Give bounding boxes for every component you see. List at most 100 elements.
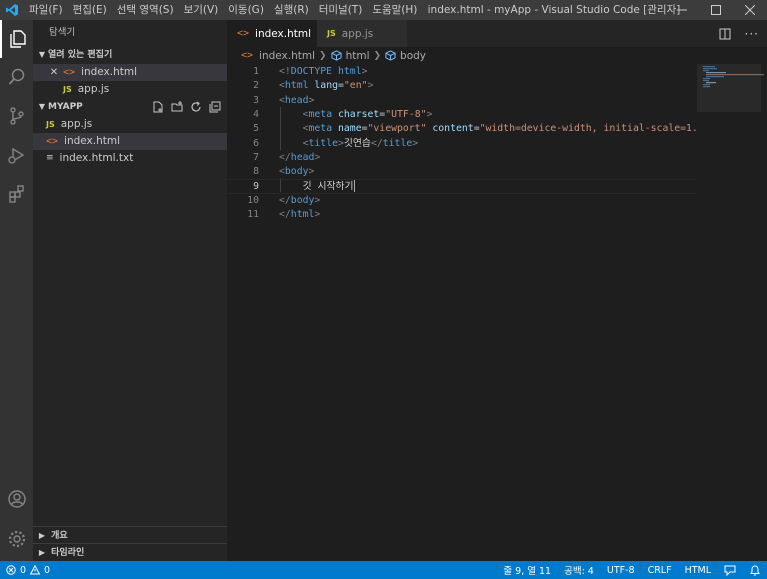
code-line[interactable]: 4 <meta charset="UTF-8"> (227, 108, 697, 122)
file-label: index.html.txt (59, 152, 134, 164)
extensions-icon (8, 185, 24, 203)
code-line[interactable]: 10 </body> (227, 194, 697, 208)
language-mode[interactable]: HTML (685, 565, 711, 576)
file-item-app-js[interactable]: JS app.js (33, 116, 227, 133)
new-file-icon[interactable] (152, 101, 164, 113)
chevron-right-icon: ❯ (373, 50, 382, 61)
more-actions-icon[interactable]: ··· (745, 27, 759, 41)
accounts-button[interactable] (0, 480, 33, 518)
open-editors-label: 열려 있는 편집기 (48, 50, 113, 60)
open-editor-item-index-html[interactable]: ✕ <> index.html (33, 64, 227, 81)
source-control-button[interactable] (0, 97, 33, 135)
close-icon[interactable]: ✕ (47, 64, 61, 81)
js-file-icon: JS (46, 120, 55, 129)
line-number: 7 (253, 151, 259, 163)
minimap[interactable] (697, 64, 767, 561)
element-cube-icon (385, 50, 396, 61)
breadcrumb-file[interactable]: index.html (259, 50, 315, 62)
menu-file[interactable]: 파일(F) (24, 0, 68, 20)
collapse-all-icon[interactable] (209, 101, 221, 113)
run-debug-button[interactable] (0, 136, 33, 174)
text-cursor (353, 180, 355, 193)
open-editor-item-app-js[interactable]: JS app.js (33, 81, 227, 98)
code-line[interactable]: 3 <head> (227, 94, 697, 108)
maximize-icon (711, 5, 721, 15)
minimize-icon (677, 9, 687, 11)
code-line[interactable]: 11 </html> (227, 208, 697, 222)
menu-view[interactable]: 보기(V) (179, 0, 224, 20)
indentation[interactable]: 공백: 4 (564, 563, 594, 577)
code-line[interactable]: 9 깃 시작하기 (227, 179, 697, 194)
sidebar-title: 탐색기 (49, 27, 76, 38)
code-text: <!DOCTYPE html> (279, 66, 368, 77)
html-file-icon: <> (237, 28, 250, 39)
tab-app-js[interactable]: JS app.js (317, 20, 407, 47)
line-number: 3 (253, 94, 259, 106)
status-right-items: 줄 9, 열 11 공백: 4 UTF-8 CRLF HTML (503, 561, 761, 579)
chevron-down-icon: ▼ (38, 50, 46, 59)
html-file-icon: <> (46, 136, 59, 147)
search-icon (8, 68, 24, 85)
code-line[interactable]: 1 <!DOCTYPE html> (227, 65, 697, 79)
code-text: 깃 시작하기 (279, 180, 355, 193)
file-item-index-html[interactable]: <> index.html (33, 133, 227, 150)
new-folder-icon[interactable] (171, 101, 183, 113)
line-number: 6 (253, 137, 259, 149)
menu-help[interactable]: 도움말(H) (367, 0, 422, 20)
tab-index-html[interactable]: <> index.html ✕ (227, 20, 325, 47)
encoding[interactable]: UTF-8 (607, 565, 635, 576)
breadcrumb-html[interactable]: html (346, 50, 370, 62)
end-of-line[interactable]: CRLF (648, 565, 672, 576)
open-editor-label: app.js (77, 83, 110, 95)
close-icon (745, 5, 755, 15)
chevron-right-icon: ▶ (38, 531, 46, 540)
editor-tab-bar: <> index.html ✕ JS app.js ··· (227, 20, 767, 47)
split-editor-icon[interactable] (719, 28, 731, 40)
file-item-index-html-txt[interactable]: ≡ index.html.txt (33, 150, 227, 167)
timeline-section-header[interactable]: ▶ 타임라인 (33, 543, 227, 560)
chevron-right-icon: ❯ (319, 50, 327, 61)
folder-header-myapp[interactable]: ▼ MYAPP (33, 98, 227, 116)
close-window-button[interactable] (733, 0, 767, 20)
minimize-button[interactable] (665, 0, 699, 20)
folder-toolbar (152, 98, 221, 116)
refresh-icon[interactable] (190, 101, 202, 113)
warning-icon (30, 565, 41, 575)
code-line[interactable]: 8 <body> (227, 165, 697, 179)
line-number: 10 (247, 194, 259, 206)
cursor-position[interactable]: 줄 9, 열 11 (503, 563, 551, 577)
menu-terminal[interactable]: 터미널(T) (314, 0, 368, 20)
explorer-button[interactable] (0, 20, 33, 58)
breadcrumb-body[interactable]: body (400, 50, 426, 62)
folder-label: MYAPP (48, 102, 83, 112)
maximize-button[interactable] (699, 0, 733, 20)
menu-edit[interactable]: 편집(E) (68, 0, 112, 20)
extensions-button[interactable] (0, 175, 33, 213)
vscode-logo-icon (0, 0, 24, 20)
problems-indicator[interactable]: 0 0 (6, 561, 50, 579)
breadcrumb: <> index.html ❯ html ❯ body (227, 47, 767, 64)
open-editors-header[interactable]: ▼ 열려 있는 편집기 (33, 46, 227, 64)
bell-icon[interactable] (749, 564, 761, 576)
menu-go[interactable]: 이동(G) (223, 0, 269, 20)
feedback-icon[interactable] (724, 564, 736, 576)
code-line[interactable]: 6 <title>깃연습</title> (227, 137, 697, 151)
line-number: 8 (253, 166, 259, 178)
minimap-preview (703, 66, 764, 88)
code-line[interactable]: 7 </head> (227, 151, 697, 165)
code-line[interactable]: 5 <meta name="viewport" content="width=d… (227, 122, 715, 136)
warning-count: 0 (44, 564, 51, 576)
account-icon (7, 490, 26, 508)
code-text: </html> (279, 209, 321, 220)
code-line[interactable]: 2 <html lang="en"> (227, 79, 697, 93)
outline-section-header[interactable]: ▶ 개요 (33, 526, 227, 543)
code-editor[interactable]: 1 <!DOCTYPE html> 2 <html lang="en"> 3 <head>… (227, 64, 767, 561)
js-file-icon: JS (327, 29, 336, 38)
menu-run[interactable]: 실행(R) (269, 0, 314, 20)
code-text: <meta name="viewport" content="width=dev… (302, 123, 716, 135)
menu-selection[interactable]: 선택 영역(S) (112, 0, 179, 20)
manage-button[interactable] (0, 520, 33, 558)
explorer-sidebar: 탐색기 ▼ 열려 있는 편집기 ✕ <> index.html JS app.j… (33, 20, 227, 561)
search-button[interactable] (0, 58, 33, 96)
status-bar: 0 0 줄 9, 열 11 공백: 4 UTF-8 CRLF HTML (0, 561, 767, 579)
